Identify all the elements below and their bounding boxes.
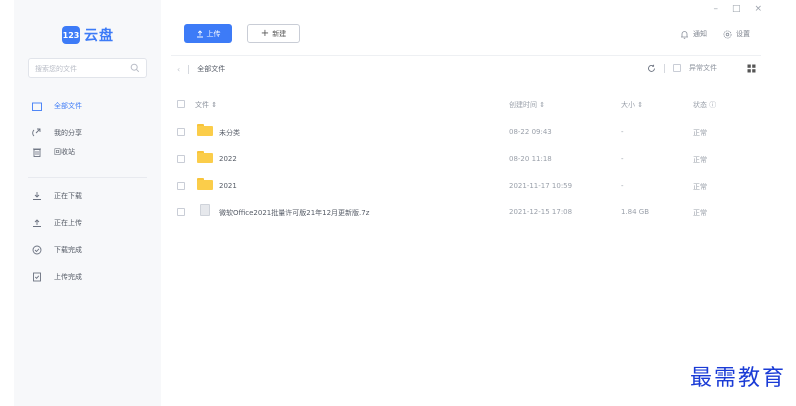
row-checkbox[interactable] — [177, 208, 185, 216]
sidebar-item-label: 我的分享 — [54, 129, 82, 137]
file-check-icon — [32, 272, 42, 282]
created-time: 08-20 11:18 — [509, 155, 552, 163]
sidebar-item-recycle-bin[interactable]: 回收站 — [14, 143, 161, 161]
sidebar-item-label: 正在下载 — [54, 192, 82, 200]
created-time: 2021-11-17 10:59 — [509, 182, 573, 190]
notifications-button[interactable]: 通知 — [680, 29, 707, 39]
toolbar-separator — [664, 63, 665, 73]
sidebar-item-label: 正在上传 — [54, 219, 82, 227]
new-button-label: 新建 — [272, 29, 287, 38]
breadcrumb-separator — [188, 64, 190, 74]
sidebar-item-my-shares[interactable]: 我的分享 — [14, 124, 161, 142]
app-logo: 123 云盘 — [62, 25, 114, 45]
table-row[interactable]: 2022 08-20 11:18 - 正常 — [177, 153, 737, 167]
search-placeholder: 搜索您的文件 — [35, 65, 77, 73]
top-actions: 通知 设置 — [680, 29, 750, 39]
window-edge — [0, 0, 14, 406]
file-size: - — [621, 128, 624, 136]
sidebar-item-label: 下载完成 — [54, 246, 82, 254]
file-name[interactable]: 微软Office2021批量许可版21年12月更新版.7z — [219, 208, 369, 218]
window-controls: – □ × — [713, 4, 762, 14]
file-name[interactable]: 2021 — [219, 182, 237, 190]
archive-file-icon — [197, 204, 213, 217]
search-input[interactable]: 搜索您的文件 — [28, 58, 147, 78]
column-header-status[interactable]: 状态 ⓘ — [693, 100, 716, 110]
sidebar-item-label: 全部文件 — [54, 102, 82, 110]
folder-icon — [197, 151, 213, 164]
created-time: 08-22 09:43 — [509, 128, 552, 136]
upload-icon — [32, 218, 42, 228]
file-size: 1.84 GB — [621, 208, 650, 216]
folder-outline-icon — [32, 101, 42, 111]
download-icon — [32, 191, 42, 201]
list-toolbar: 异常文件 — [647, 63, 756, 73]
plus-icon: + — [260, 28, 270, 39]
settings-label: 设置 — [736, 30, 750, 38]
breadcrumb: ‹ 全部文件 — [177, 62, 225, 76]
table-header: 文件 ⇕ 创建时间 ⇕ 大小 ⇕ 状态 ⓘ — [177, 98, 737, 112]
bell-icon — [681, 30, 688, 39]
logo-text: 云盘 — [84, 28, 114, 44]
app-window: 123 云盘 搜索您的文件 全部文件 我的分享 回收站 正在下载 正在上传 下载… — [0, 0, 796, 406]
breadcrumb-current[interactable]: 全部文件 — [197, 64, 225, 74]
search-icon[interactable] — [130, 63, 140, 73]
column-header-name[interactable]: 文件 ⇕ — [195, 100, 217, 110]
row-checkbox[interactable] — [177, 128, 185, 136]
sidebar-item-label: 上传完成 — [54, 273, 82, 281]
trash-icon — [32, 147, 42, 157]
table-row[interactable]: 未分类 08-22 09:43 - 正常 — [177, 126, 737, 140]
table-row[interactable]: 微软Office2021批量许可版21年12月更新版.7z 2021-12-15… — [177, 204, 737, 220]
row-checkbox[interactable] — [177, 155, 185, 163]
file-name[interactable]: 未分类 — [219, 128, 240, 138]
sidebar-item-downloading[interactable]: 正在下载 — [14, 187, 161, 205]
file-size: - — [621, 155, 624, 163]
upload-icon — [196, 29, 203, 37]
header-divider — [171, 55, 761, 56]
settings-button[interactable]: 设置 — [723, 29, 750, 39]
sidebar-item-all-files[interactable]: 全部文件 — [14, 97, 161, 115]
notifications-label: 通知 — [693, 30, 707, 38]
sidebar-item-download-complete[interactable]: 下载完成 — [14, 241, 161, 259]
minimize-icon[interactable]: – — [713, 4, 718, 14]
share-icon — [32, 128, 42, 138]
watermark: 最需教育 — [689, 366, 786, 391]
row-checkbox[interactable] — [177, 182, 185, 190]
new-button[interactable]: + 新建 — [247, 24, 300, 43]
status-text: 正常 — [693, 156, 707, 164]
back-chevron-icon[interactable]: ‹ — [177, 65, 180, 74]
status-text: 正常 — [693, 129, 707, 137]
abnormal-files-checkbox[interactable] — [673, 64, 681, 72]
select-all-checkbox[interactable] — [177, 100, 185, 108]
main-panel: – □ × 上传 + 新建 通知 设置 ‹ 全部文件 异常文件 文件 ⇕ 创建时… — [161, 0, 796, 406]
column-header-size[interactable]: 大小 ⇕ — [621, 100, 643, 110]
table-row[interactable]: 2021 2021-11-17 10:59 - 正常 — [177, 180, 737, 194]
refresh-icon[interactable] — [647, 64, 656, 73]
sidebar: 123 云盘 搜索您的文件 全部文件 我的分享 回收站 正在下载 正在上传 下载… — [14, 0, 161, 406]
sidebar-item-uploading[interactable]: 正在上传 — [14, 214, 161, 232]
column-header-created[interactable]: 创建时间 ⇕ — [509, 100, 545, 110]
file-name[interactable]: 2022 — [219, 155, 237, 163]
status-text: 正常 — [693, 183, 707, 191]
logo-badge: 123 — [62, 26, 80, 44]
grid-view-icon[interactable] — [747, 64, 756, 73]
upload-button[interactable]: 上传 — [184, 24, 232, 43]
gear-icon — [723, 30, 732, 38]
abnormal-files-label: 异常文件 — [689, 64, 717, 72]
created-time: 2021-12-15 17:08 — [509, 208, 573, 216]
sidebar-item-label: 回收站 — [54, 148, 75, 156]
sidebar-item-upload-complete[interactable]: 上传完成 — [14, 268, 161, 286]
status-text: 正常 — [693, 209, 707, 217]
close-icon[interactable]: × — [754, 4, 762, 14]
check-circle-icon — [32, 245, 42, 255]
file-size: - — [621, 182, 624, 190]
maximize-icon[interactable]: □ — [732, 4, 741, 14]
folder-icon — [197, 178, 213, 191]
sidebar-divider — [28, 177, 147, 178]
upload-button-label: 上传 — [206, 29, 221, 38]
folder-icon — [197, 124, 213, 137]
